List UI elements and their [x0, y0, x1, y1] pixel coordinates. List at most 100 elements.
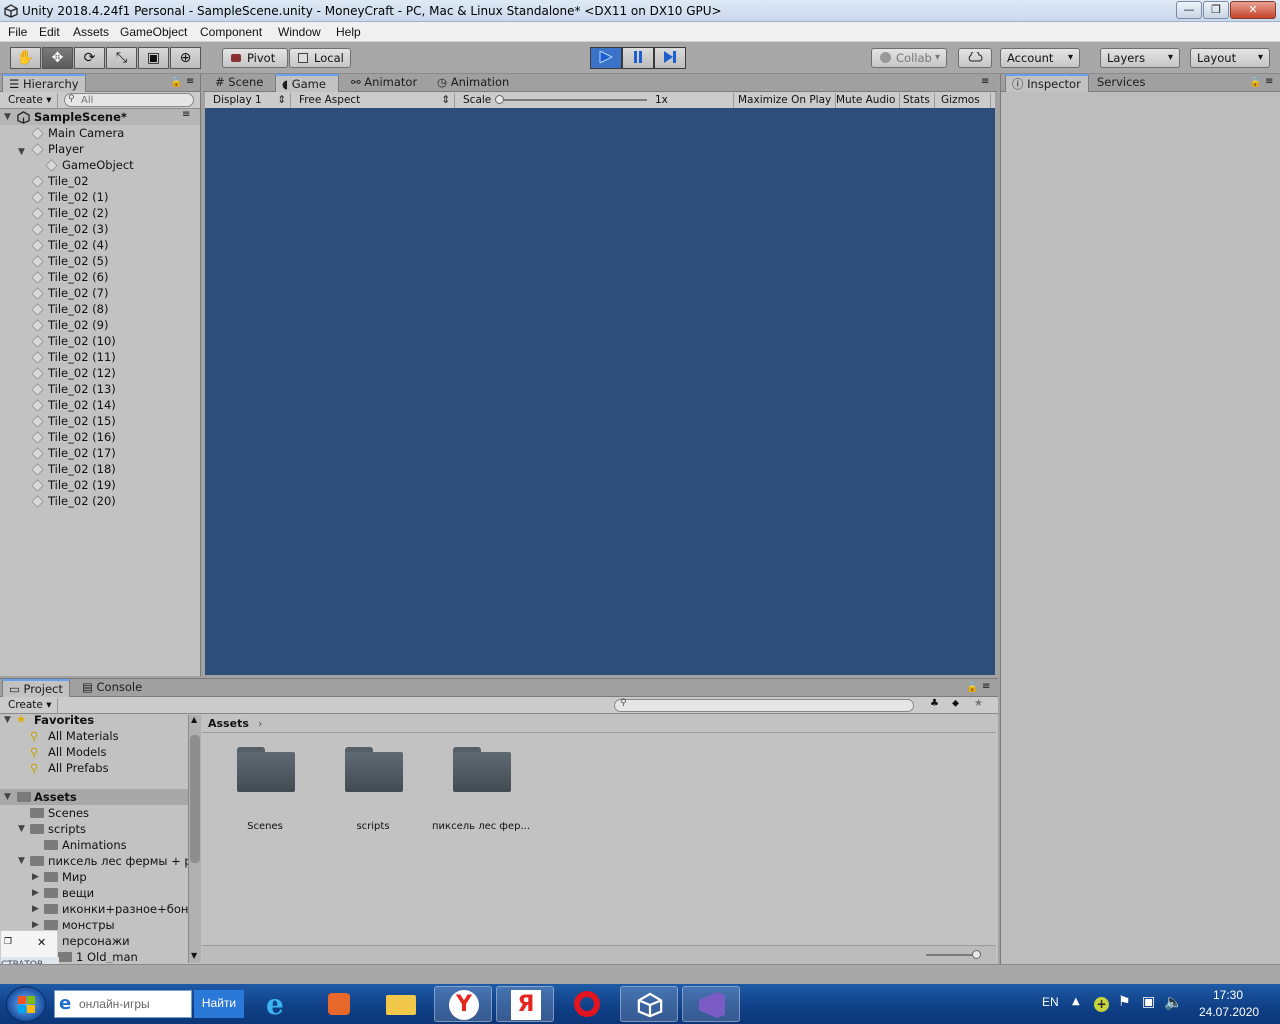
- hierarchy-item[interactable]: Tile_02 (20): [0, 493, 200, 509]
- favorite-item[interactable]: ⚲ All Materials: [0, 728, 188, 744]
- internet-explorer-icon[interactable]: e: [250, 986, 308, 1022]
- move-tool-icon[interactable]: ✥: [42, 47, 73, 69]
- pause-button[interactable]: [622, 47, 654, 69]
- hierarchy-item[interactable]: Tile_02 (12): [0, 365, 200, 381]
- close-icon[interactable]: ✕: [37, 936, 46, 949]
- tab-scene[interactable]: # Scene: [209, 74, 275, 92]
- asset-tree-item[interactable]: ▼ scripts: [0, 821, 188, 837]
- display-dropdown[interactable]: Display 1 ⇕: [209, 93, 291, 108]
- filter-type-icon[interactable]: ♣: [930, 698, 939, 709]
- layers-dropdown[interactable]: Layers: [1100, 48, 1180, 68]
- tab-animation[interactable]: ◷ Animation: [431, 74, 517, 92]
- menu-help[interactable]: Help: [336, 25, 361, 39]
- stats-toggle[interactable]: Stats: [899, 93, 935, 108]
- menu-edit[interactable]: Edit: [39, 25, 60, 39]
- mute-audio-toggle[interactable]: Mute Audio: [832, 93, 901, 108]
- rect-tool-icon[interactable]: ▣: [138, 47, 169, 69]
- hierarchy-item[interactable]: Tile_02 (13): [0, 381, 200, 397]
- tab-console[interactable]: ▤ Console: [76, 679, 150, 697]
- close-button[interactable]: ✕: [1230, 1, 1276, 19]
- expand-arrow-icon[interactable]: ▼: [18, 853, 25, 869]
- hierarchy-item[interactable]: Tile_02 (7): [0, 285, 200, 301]
- network-icon[interactable]: ▣: [1142, 994, 1155, 1010]
- scale-slider-track[interactable]: [497, 99, 647, 101]
- hierarchy-item[interactable]: Main Camera: [0, 125, 200, 141]
- hierarchy-item[interactable]: GameObject: [0, 157, 200, 173]
- scroll-down-icon[interactable]: ▼: [191, 951, 197, 960]
- lock-icon[interactable]: 🔒: [1249, 77, 1261, 88]
- clock-date[interactable]: 24.07.2020: [1199, 1005, 1259, 1019]
- favorite-item[interactable]: ⚲ All Models: [0, 744, 188, 760]
- layout-dropdown[interactable]: Layout: [1190, 48, 1270, 68]
- asset-tree-item[interactable]: Scenes: [0, 805, 188, 821]
- account-dropdown[interactable]: Account: [1000, 48, 1080, 68]
- visual-studio-icon[interactable]: [682, 986, 740, 1022]
- taskbar-search-text[interactable]: онлайн-игры: [79, 997, 150, 1011]
- favorite-item[interactable]: ⚲ All Prefabs: [0, 760, 188, 776]
- asset-folder[interactable]: пиксель лес фер...: [426, 745, 536, 845]
- menu-assets[interactable]: Assets: [73, 25, 109, 39]
- input-language[interactable]: EN: [1042, 995, 1059, 1009]
- collapse-arrow-icon[interactable]: ▶: [32, 885, 39, 901]
- taskbar-search-box[interactable]: e онлайн-игры: [54, 990, 192, 1018]
- volume-icon[interactable]: 🔈: [1164, 993, 1183, 1011]
- favorites-row[interactable]: ▼ ★ Favorites: [0, 715, 188, 728]
- lock-icon[interactable]: 🔒: [966, 682, 978, 693]
- rotate-tool-icon[interactable]: ⟳: [74, 47, 105, 69]
- scale-slider-handle[interactable]: [495, 95, 504, 104]
- hierarchy-item[interactable]: Tile_02 (1): [0, 189, 200, 205]
- local-toggle[interactable]: Local: [289, 48, 351, 68]
- hierarchy-item[interactable]: Tile_02 (5): [0, 253, 200, 269]
- expand-arrow-icon[interactable]: ▼: [18, 821, 25, 837]
- expand-arrow-icon[interactable]: ▼: [4, 112, 11, 122]
- panel-menu-icon[interactable]: ≡: [981, 76, 989, 87]
- collapse-arrow-icon[interactable]: ▶: [32, 901, 39, 917]
- tab-hierarchy[interactable]: ☰ Hierarchy: [2, 74, 86, 92]
- hierarchy-create-button[interactable]: Create ▾: [4, 93, 58, 108]
- hierarchy-item[interactable]: Tile_02 (8): [0, 301, 200, 317]
- file-explorer-icon[interactable]: [372, 986, 430, 1022]
- yandex-app-icon[interactable]: Я: [496, 986, 554, 1022]
- scene-header-row[interactable]: ▼ SampleScene* ≡: [0, 109, 200, 125]
- tab-game[interactable]: ◖ Game: [275, 74, 339, 92]
- project-search-input[interactable]: [614, 699, 914, 712]
- collapse-arrow-icon[interactable]: ▶: [32, 869, 39, 885]
- media-player-icon[interactable]: [310, 986, 368, 1022]
- scroll-up-icon[interactable]: ▲: [191, 715, 197, 724]
- project-create-button[interactable]: Create ▾: [4, 698, 58, 713]
- hierarchy-item[interactable]: Tile_02 (15): [0, 413, 200, 429]
- gizmos-dropdown[interactable]: Gizmos ▾: [937, 93, 991, 120]
- start-button[interactable]: [6, 986, 46, 1022]
- hierarchy-item[interactable]: Tile_02 (3): [0, 221, 200, 237]
- maximize-button[interactable]: ❐: [1203, 1, 1229, 19]
- scene-menu-icon[interactable]: ≡: [182, 109, 190, 120]
- menu-component[interactable]: Component: [200, 25, 262, 39]
- hierarchy-item[interactable]: Tile_02 (16): [0, 429, 200, 445]
- icon-size-slider-handle[interactable]: [972, 950, 981, 959]
- hierarchy-item[interactable]: Tile_02 (4): [0, 237, 200, 253]
- menu-window[interactable]: Window: [278, 25, 321, 39]
- hierarchy-item[interactable]: Tile_02 (14): [0, 397, 200, 413]
- restore-icon[interactable]: ❐: [4, 937, 12, 947]
- breadcrumb-assets[interactable]: Assets: [208, 717, 249, 730]
- aspect-dropdown[interactable]: Free Aspect ⇕: [295, 93, 455, 108]
- icon-size-slider-track[interactable]: [926, 954, 978, 956]
- lock-icon[interactable]: 🔒: [170, 77, 182, 88]
- asset-tree-item[interactable]: Animations: [0, 837, 188, 853]
- hierarchy-item[interactable]: Tile_02 (11): [0, 349, 200, 365]
- hierarchy-item[interactable]: Tile_02: [0, 173, 200, 189]
- minimize-button[interactable]: —: [1176, 1, 1202, 19]
- hierarchy-item[interactable]: Tile_02 (9): [0, 317, 200, 333]
- hierarchy-item[interactable]: Tile_02 (6): [0, 269, 200, 285]
- asset-folder[interactable]: Scenes: [210, 745, 320, 845]
- hierarchy-item[interactable]: ▼ Player: [0, 141, 200, 157]
- menu-gameobject[interactable]: GameObject: [120, 25, 187, 39]
- game-viewport[interactable]: [205, 108, 995, 675]
- asset-folder[interactable]: scripts: [318, 745, 428, 845]
- transform-tool-icon[interactable]: ⊕: [170, 47, 201, 69]
- panel-menu-icon[interactable]: ≡: [982, 681, 990, 692]
- label-tag-icon[interactable]: ⬥: [952, 698, 959, 709]
- asset-tree-item[interactable]: ▶ иконки+разное+бону: [0, 901, 188, 917]
- cloud-button[interactable]: [958, 48, 992, 68]
- play-button[interactable]: [590, 47, 622, 69]
